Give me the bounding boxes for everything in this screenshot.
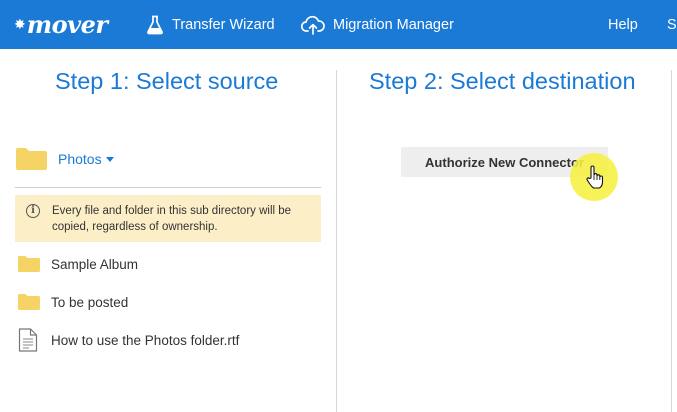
document-icon <box>18 328 38 352</box>
hand-pointer-icon <box>586 165 604 189</box>
nav-help[interactable]: Help <box>608 0 638 49</box>
column-divider <box>671 70 672 412</box>
chevron-down-icon <box>105 156 114 162</box>
sparkle-icon: ✸ <box>14 15 26 32</box>
step2-title: Step 2: Select destination <box>369 68 636 94</box>
flask-icon <box>147 15 163 34</box>
list-item-folder[interactable]: Sample Album <box>18 252 138 276</box>
nav-truncated-item[interactable]: S <box>667 0 677 49</box>
nav-migration-manager[interactable]: Migration Manager <box>301 0 454 49</box>
folder-icon <box>18 294 40 310</box>
folder-icon <box>18 256 40 272</box>
nav-transfer-wizard[interactable]: Transfer Wizard <box>146 0 275 49</box>
folder-icon <box>16 148 47 170</box>
list-item-label: How to use the Photos folder.rtf <box>51 332 240 348</box>
info-icon: i <box>26 204 40 218</box>
step1-title: Step 1: Select source <box>55 68 279 94</box>
nav-transfer-wizard-label: Transfer Wizard <box>172 16 275 33</box>
divider-line <box>15 187 321 188</box>
column-divider <box>336 70 337 412</box>
brand-logo[interactable]: ✸ mover <box>14 9 108 39</box>
brand-name: mover <box>26 9 108 39</box>
nav-migration-manager-label: Migration Manager <box>333 16 454 33</box>
list-item-file[interactable]: How to use the Photos folder.rtf <box>18 328 239 352</box>
source-folder-dropdown[interactable]: Photos <box>16 144 114 174</box>
notice-text: Every file and folder in this sub direct… <box>52 205 292 233</box>
list-item-label: Sample Album <box>51 256 139 272</box>
list-item-folder[interactable]: To be posted <box>18 290 128 314</box>
ownership-notice: i Every file and folder in this sub dire… <box>15 195 321 242</box>
top-navigation-bar: ✸ mover Transfer Wizard Migration Manage… <box>0 0 677 49</box>
list-item-label: To be posted <box>51 294 129 310</box>
cloud-upload-icon <box>301 15 325 35</box>
source-folder-name: Photos <box>58 151 102 167</box>
